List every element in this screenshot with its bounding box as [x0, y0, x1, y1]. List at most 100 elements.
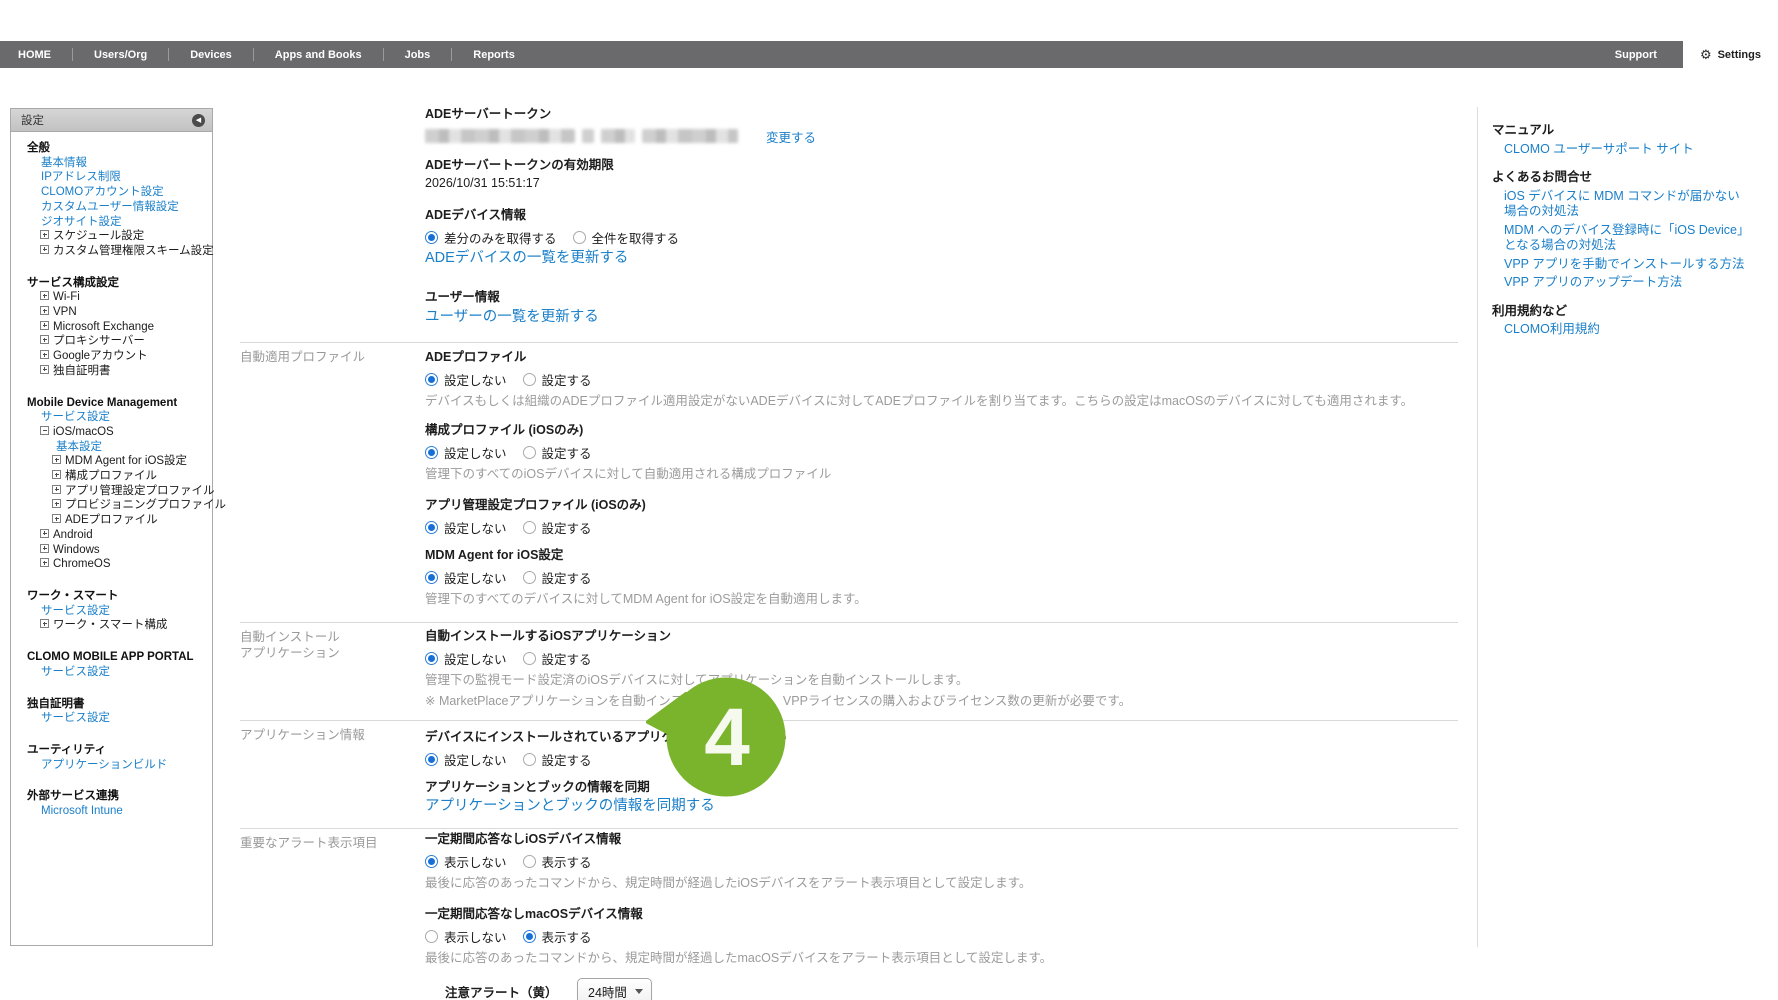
radio-set[interactable] — [523, 753, 536, 766]
radio-not-show-label[interactable]: 表示しない — [444, 927, 507, 946]
sidebar-tree-ios-macos[interactable]: iOS/macOS — [11, 425, 212, 440]
sidebar-tree-app-management-profile[interactable]: アプリ管理設定プロファイル — [11, 484, 212, 499]
radio-get-all-label[interactable]: 全件を取得する — [592, 228, 680, 247]
radio-set-label[interactable]: 設定する — [542, 649, 592, 668]
faq-link-vpp-manual-install[interactable]: VPP アプリを手動でインストールする方法 — [1504, 257, 1748, 273]
radio-diff-only[interactable] — [425, 231, 438, 244]
nav-users-org[interactable]: Users/Org — [73, 41, 168, 68]
sidebar-link-worksmart-service[interactable]: サービス設定 — [11, 604, 212, 619]
expand-icon[interactable] — [40, 335, 49, 344]
expand-icon[interactable] — [40, 306, 49, 315]
radio-not-set[interactable] — [425, 753, 438, 766]
expand-icon[interactable] — [52, 499, 61, 508]
radio-diff-only-label[interactable]: 差分のみを取得する — [444, 228, 557, 247]
radio-not-set-label[interactable]: 設定しない — [444, 443, 507, 462]
nav-reports[interactable]: Reports — [452, 41, 536, 68]
sidebar-link-microsoft-intune[interactable]: Microsoft Intune — [11, 804, 212, 819]
expand-icon[interactable] — [52, 470, 61, 479]
sidebar-tree-windows[interactable]: Windows — [11, 543, 212, 558]
radio-not-show[interactable] — [425, 855, 438, 868]
radio-set-label[interactable]: 設定する — [542, 443, 592, 462]
sidebar-tree-vpn[interactable]: VPN — [11, 305, 212, 320]
expand-icon[interactable] — [40, 544, 49, 553]
expand-icon[interactable] — [40, 230, 49, 239]
sidebar-tree-wifi[interactable]: Wi-Fi — [11, 290, 212, 305]
radio-set[interactable] — [523, 521, 536, 534]
update-user-list-link[interactable]: ユーザーの一覧を更新する — [425, 309, 1458, 326]
radio-not-set-label[interactable]: 設定しない — [444, 750, 507, 769]
sidebar-tree-own-certificate[interactable]: 独自証明書 — [11, 364, 212, 379]
expand-icon[interactable] — [40, 291, 49, 300]
radio-not-set-label[interactable]: 設定しない — [444, 649, 507, 668]
faq-link-ios-device-registration[interactable]: MDM へのデバイス登録時に「iOS Device」となる場合の対処法 — [1504, 223, 1748, 254]
radio-show[interactable] — [523, 930, 536, 943]
sidebar-tree-worksmart-config[interactable]: ワーク・スマート構成 — [11, 618, 212, 633]
sidebar-tree-provisioning-profile[interactable]: プロビジョニングプロファイル — [11, 498, 212, 513]
sidebar-link-geosite[interactable]: ジオサイト設定 — [11, 215, 212, 230]
nav-settings-tab[interactable]: ⚙ Settings — [1683, 41, 1778, 68]
radio-not-set[interactable] — [425, 571, 438, 584]
sidebar-link-certificate-service[interactable]: サービス設定 — [11, 711, 212, 726]
radio-show[interactable] — [523, 855, 536, 868]
expand-icon[interactable] — [40, 619, 49, 628]
sync-apps-books-link[interactable]: アプリケーションとブックの情報を同期する — [425, 798, 1458, 815]
collapse-sidebar-button[interactable]: ◀ — [192, 114, 205, 127]
nav-support[interactable]: Support — [1589, 41, 1683, 68]
sidebar-tree-google-account[interactable]: Googleアカウント — [11, 349, 212, 364]
radio-set-label[interactable]: 設定する — [542, 370, 592, 389]
sidebar-tree-ade-profile[interactable]: ADEプロファイル — [11, 513, 212, 528]
radio-set-label[interactable]: 設定する — [542, 568, 592, 587]
sidebar-link-clomo-account[interactable]: CLOMOアカウント設定 — [11, 185, 212, 200]
sidebar-link-application-build[interactable]: アプリケーションビルド — [11, 758, 212, 773]
radio-set-label[interactable]: 設定する — [542, 750, 592, 769]
caution-alert-select[interactable]: 24時間 — [577, 978, 652, 1000]
radio-set-label[interactable]: 設定する — [542, 518, 592, 537]
sidebar-tree-config-profile[interactable]: 構成プロファイル — [11, 469, 212, 484]
expand-icon[interactable] — [52, 514, 61, 523]
sidebar-tree-chromeos[interactable]: ChromeOS — [11, 557, 212, 572]
radio-show-label[interactable]: 表示する — [542, 852, 592, 871]
sidebar-link-custom-user-info[interactable]: カスタムユーザー情報設定 — [11, 200, 212, 215]
sidebar-tree-custom-permission-scheme[interactable]: カスタム管理権限スキーム設定 — [11, 244, 212, 259]
radio-not-set[interactable] — [425, 446, 438, 459]
clomo-terms-link[interactable]: CLOMO利用規約 — [1504, 322, 1748, 338]
radio-not-show-label[interactable]: 表示しない — [444, 852, 507, 871]
collapse-icon[interactable] — [40, 426, 49, 435]
nav-jobs[interactable]: Jobs — [384, 41, 452, 68]
radio-set[interactable] — [523, 373, 536, 386]
radio-get-all[interactable] — [573, 231, 586, 244]
expand-icon[interactable] — [52, 455, 61, 464]
expand-icon[interactable] — [40, 558, 49, 567]
change-token-link[interactable]: 変更する — [766, 127, 816, 146]
sidebar-link-basic-info[interactable]: 基本情報 — [11, 156, 212, 171]
sidebar-tree-microsoft-exchange[interactable]: Microsoft Exchange — [11, 320, 212, 335]
clomo-support-site-link[interactable]: CLOMO ユーザーサポート サイト — [1504, 142, 1748, 158]
expand-icon[interactable] — [40, 245, 49, 254]
sidebar-link-ip-restriction[interactable]: IPアドレス制限 — [11, 170, 212, 185]
radio-set[interactable] — [523, 571, 536, 584]
radio-not-set[interactable] — [425, 521, 438, 534]
expand-icon[interactable] — [40, 321, 49, 330]
nav-devices[interactable]: Devices — [169, 41, 253, 68]
radio-set[interactable] — [523, 446, 536, 459]
sidebar-tree-proxy-server[interactable]: プロキシサーバー — [11, 334, 212, 349]
radio-set[interactable] — [523, 652, 536, 665]
sidebar-tree-android[interactable]: Android — [11, 528, 212, 543]
radio-not-set-label[interactable]: 設定しない — [444, 568, 507, 587]
sidebar-tree-schedule[interactable]: スケジュール設定 — [11, 229, 212, 244]
sidebar-link-mdm-service-settings[interactable]: サービス設定 — [11, 410, 212, 425]
nav-apps-and-books[interactable]: Apps and Books — [254, 41, 383, 68]
expand-icon[interactable] — [52, 485, 61, 494]
nav-home[interactable]: HOME — [0, 41, 72, 68]
expand-icon[interactable] — [40, 350, 49, 359]
expand-icon[interactable] — [40, 365, 49, 374]
radio-not-set[interactable] — [425, 373, 438, 386]
sidebar-link-portal-service[interactable]: サービス設定 — [11, 665, 212, 680]
faq-link-vpp-update[interactable]: VPP アプリのアップデート方法 — [1504, 275, 1748, 291]
sidebar-link-basic-settings[interactable]: 基本設定 — [11, 440, 212, 455]
radio-not-show[interactable] — [425, 930, 438, 943]
faq-link-mdm-command[interactable]: iOS デバイスに MDM コマンドが届かない場合の対処法 — [1504, 189, 1748, 220]
radio-not-set[interactable] — [425, 652, 438, 665]
radio-not-set-label[interactable]: 設定しない — [444, 518, 507, 537]
update-ade-device-list-link[interactable]: ADEデバイスの一覧を更新する — [425, 250, 1458, 267]
